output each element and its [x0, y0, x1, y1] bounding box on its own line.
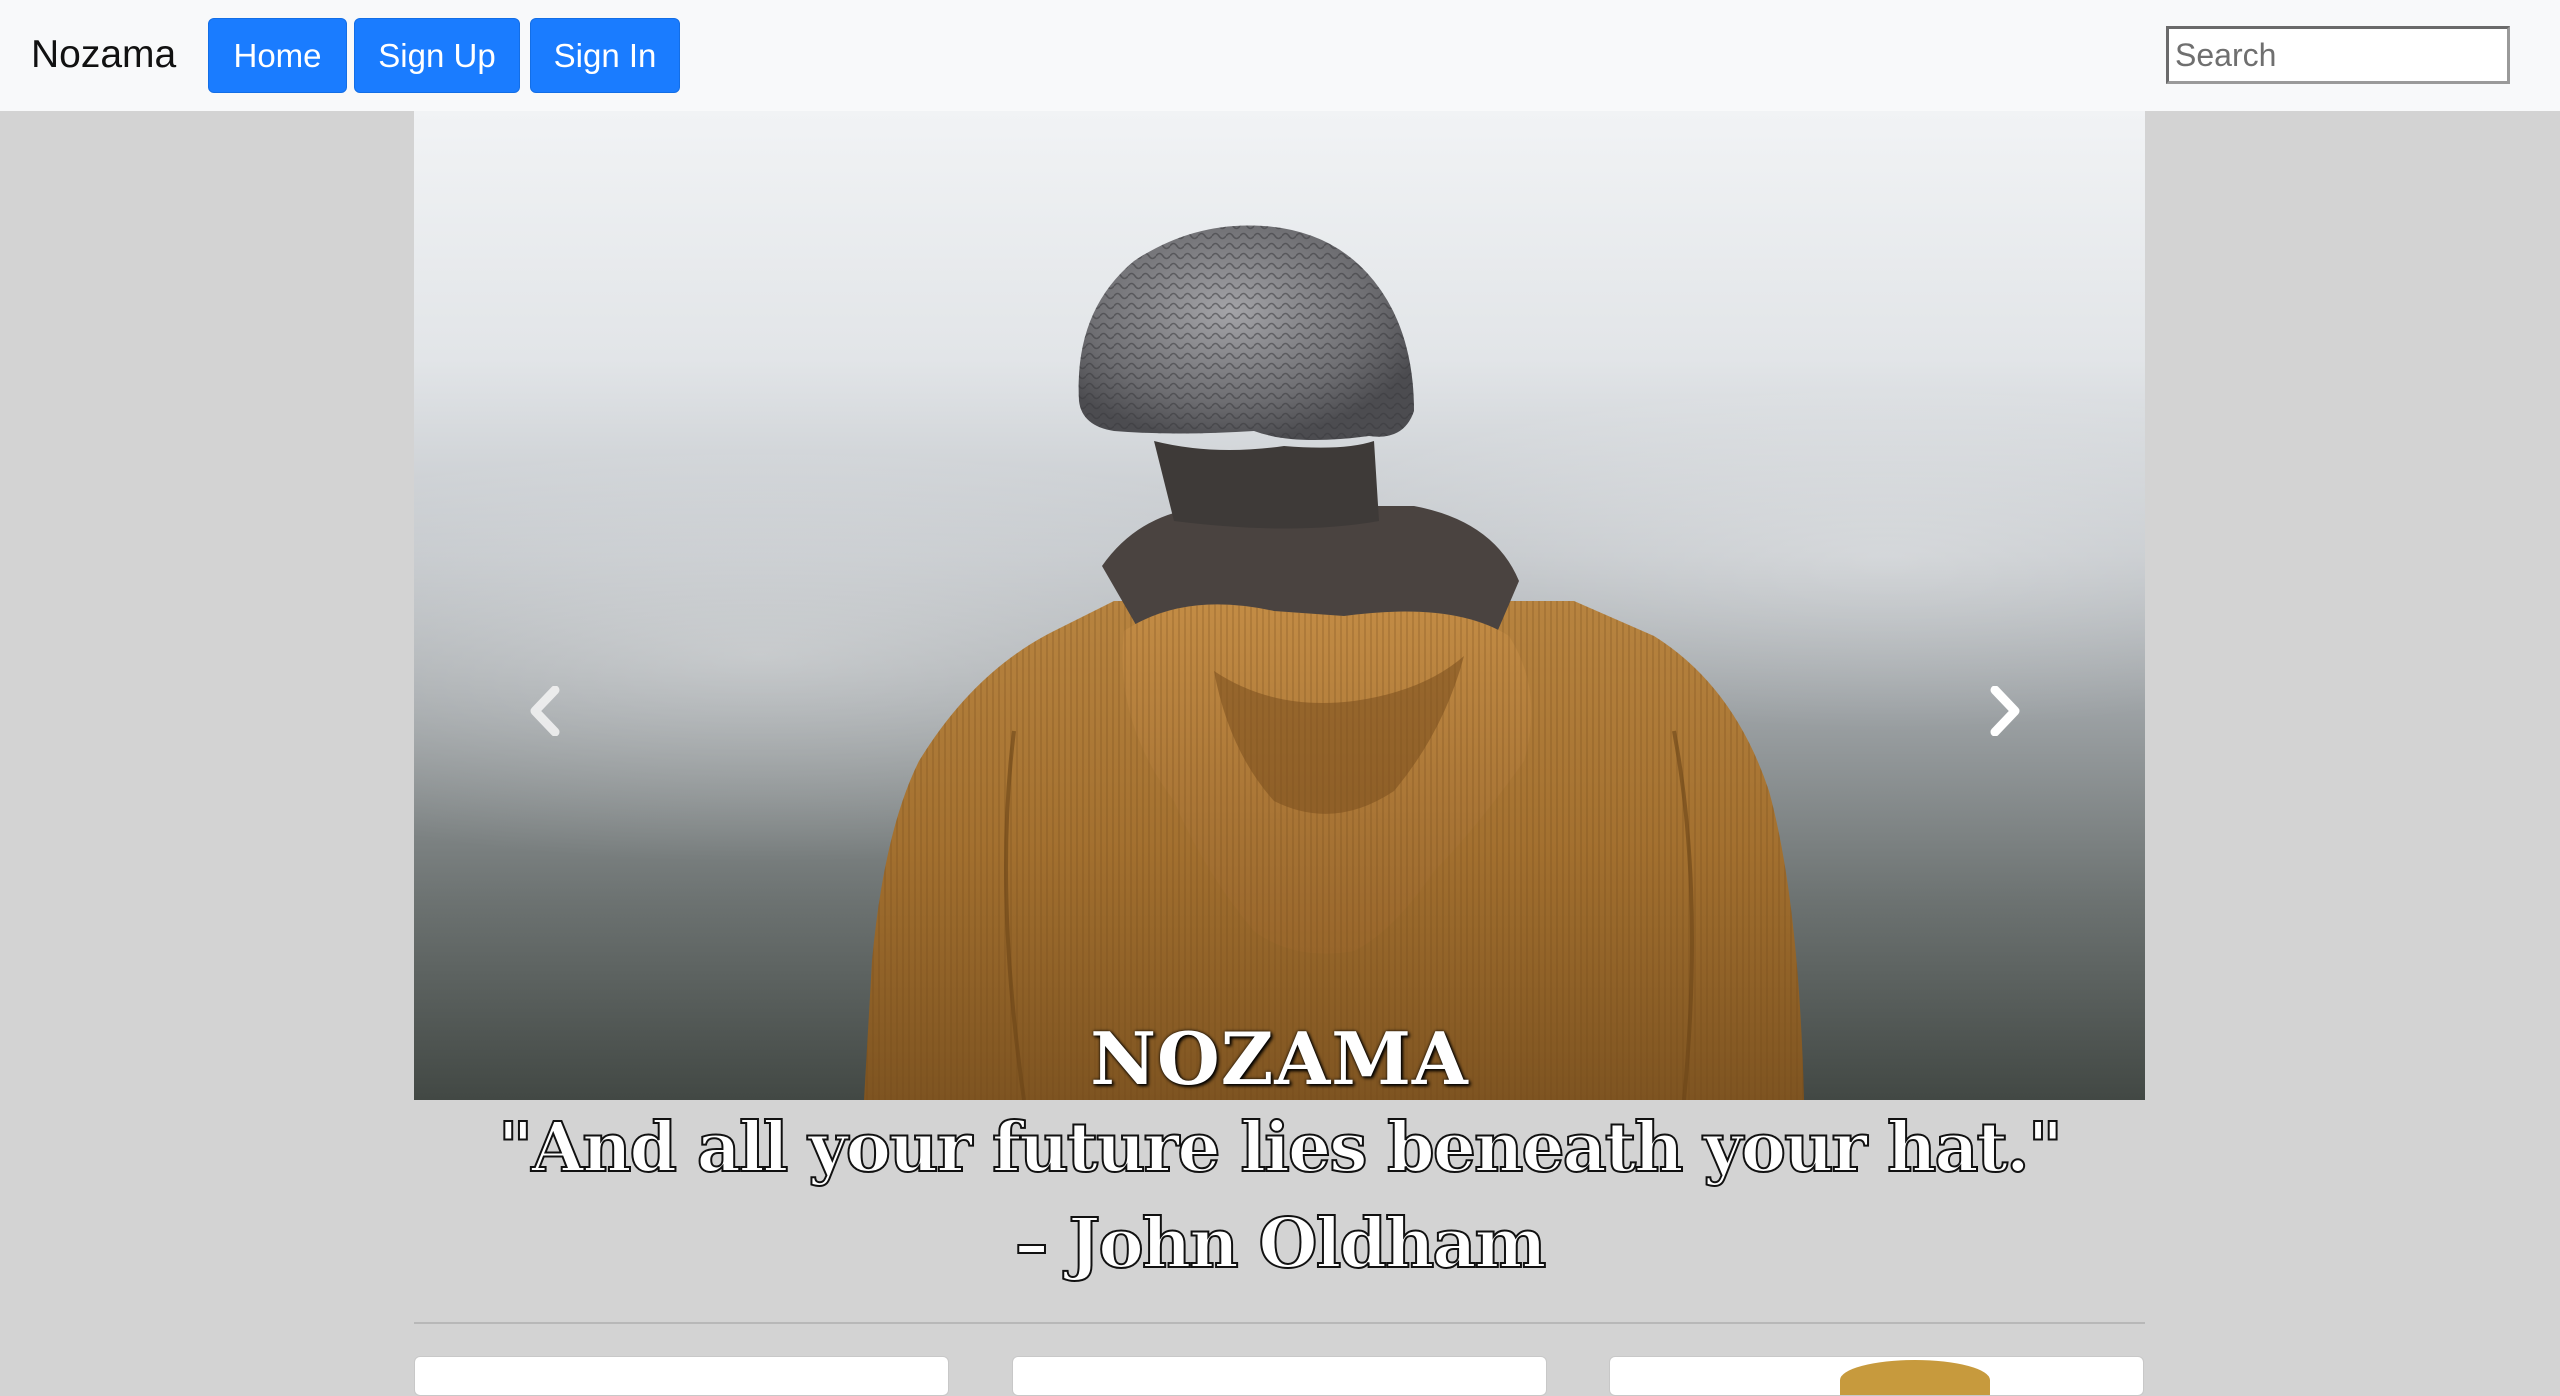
- brand-logo[interactable]: Nozama: [31, 30, 176, 80]
- chevron-right-icon: [1990, 686, 2020, 736]
- hero-carousel: NOZAMA: [414, 111, 2145, 1100]
- product-image: [1840, 1360, 1990, 1395]
- section-divider: [414, 1322, 2145, 1324]
- chevron-left-icon: [530, 686, 560, 736]
- product-card[interactable]: [1609, 1356, 2144, 1396]
- hero-image: [864, 225, 1804, 1100]
- carousel-prev-button[interactable]: [509, 671, 579, 751]
- quote-block: "And all your future lies beneath your h…: [414, 1100, 2145, 1292]
- navbar: Nozama Home Sign Up Sign In: [0, 0, 2560, 111]
- quote-author: – John Oldham: [1014, 1203, 1548, 1285]
- sign-up-button[interactable]: Sign Up: [354, 18, 520, 93]
- search-input[interactable]: [2166, 26, 2510, 84]
- sign-in-button[interactable]: Sign In: [530, 18, 680, 93]
- product-card[interactable]: [414, 1356, 949, 1396]
- product-card[interactable]: [1012, 1356, 1547, 1396]
- carousel-caption: NOZAMA: [1090, 1016, 1469, 1100]
- carousel-next-button[interactable]: [1971, 671, 2041, 751]
- quote-text: "And all your future lies beneath your h…: [497, 1107, 2064, 1189]
- home-button[interactable]: Home: [208, 18, 347, 93]
